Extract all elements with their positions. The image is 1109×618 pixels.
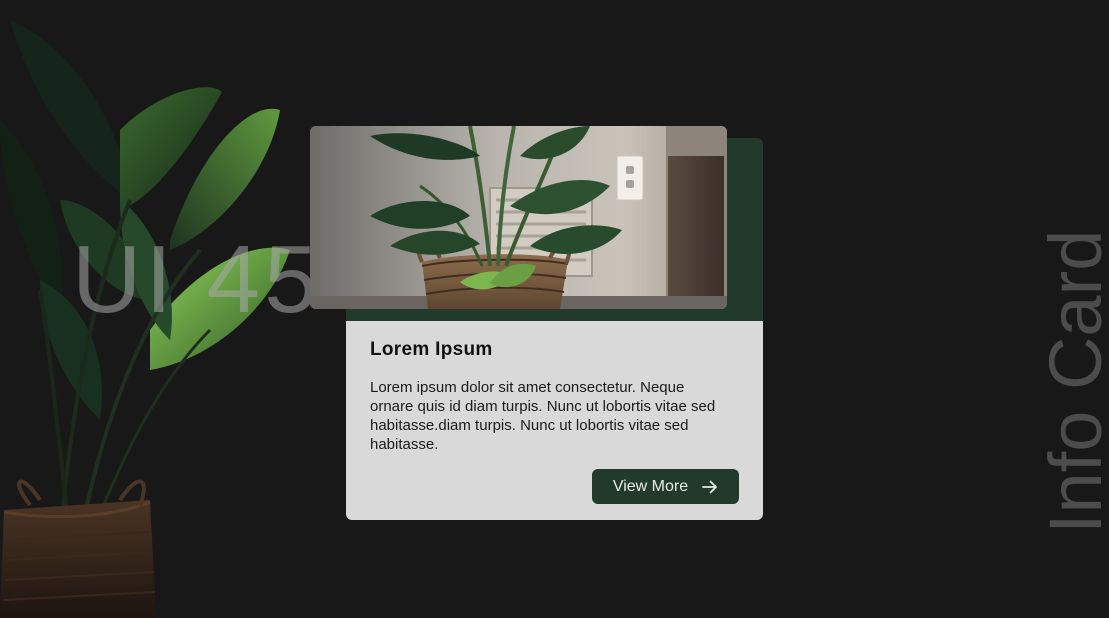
card-photo <box>310 126 727 309</box>
card-title: Lorem Ipsum <box>370 339 493 360</box>
view-more-label: View More <box>612 477 689 495</box>
watermark-title: UI 45 <box>72 226 322 333</box>
view-more-button[interactable]: View More <box>592 469 739 504</box>
card-description: Lorem ipsum dolor sit amet consectetur. … <box>370 379 716 453</box>
side-title: Info Card <box>1034 229 1109 534</box>
arrow-right-icon <box>702 480 718 493</box>
info-card: Lorem Ipsum Lorem ipsum dolor sit amet c… <box>346 321 763 520</box>
page: UI 45 Info Card Lorem Ipsum Lorem ipsum … <box>0 0 1109 618</box>
